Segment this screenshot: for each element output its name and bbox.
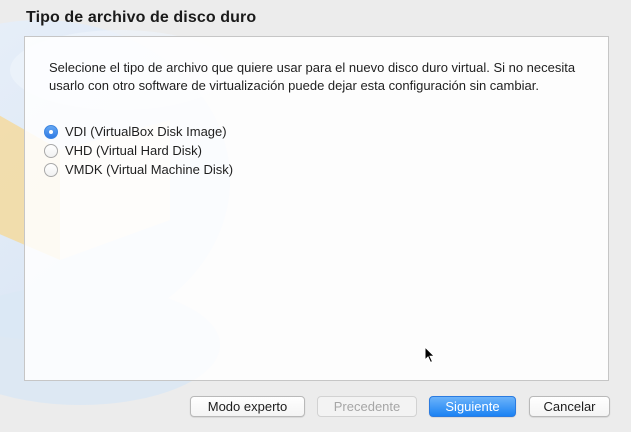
- radio-option-vmdk[interactable]: VMDK (Virtual Machine Disk): [44, 160, 233, 179]
- next-button[interactable]: Siguiente: [429, 396, 516, 417]
- description-text: Selecione el tipo de archivo que quiere …: [49, 60, 576, 93]
- content-panel: Selecione el tipo de archivo que quiere …: [24, 36, 609, 381]
- radio-option-vdi[interactable]: VDI (VirtualBox Disk Image): [44, 122, 233, 141]
- radio-label-vhd[interactable]: VHD (Virtual Hard Disk): [65, 143, 202, 158]
- dialog-title: Tipo de archivo de disco duro: [26, 9, 257, 26]
- radio-option-vhd[interactable]: VHD (Virtual Hard Disk): [44, 141, 233, 160]
- back-button[interactable]: Precedente: [317, 396, 417, 417]
- radio-button[interactable]: [44, 162, 58, 177]
- radio-button-selected[interactable]: [44, 124, 58, 139]
- cancel-button[interactable]: Cancelar: [529, 396, 610, 417]
- expert-mode-button[interactable]: Modo experto: [190, 396, 305, 417]
- disk-type-radio-group: VDI (VirtualBox Disk Image) VHD (Virtual…: [44, 122, 233, 179]
- radio-label-vdi[interactable]: VDI (VirtualBox Disk Image): [65, 124, 227, 139]
- radio-button[interactable]: [44, 143, 58, 158]
- mouse-pointer-icon: [424, 346, 436, 364]
- radio-label-vmdk[interactable]: VMDK (Virtual Machine Disk): [65, 162, 233, 177]
